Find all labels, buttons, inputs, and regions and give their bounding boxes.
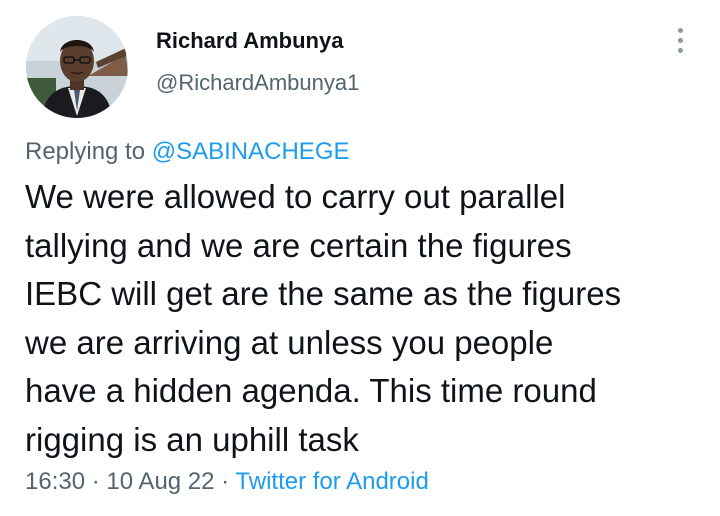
replying-to: Replying to @SABINACHEGE [25, 138, 350, 166]
tweet-text-line: rigging is an uphill task [25, 420, 359, 458]
tweet-text-line: have a hidden agenda. This time round [25, 372, 597, 410]
separator: · [214, 468, 236, 495]
separator: · [85, 468, 107, 495]
avatar[interactable] [26, 16, 128, 118]
more-vertical-icon[interactable] [668, 24, 692, 56]
tweet-text-line: We were allowed to carry out parallel [25, 178, 566, 215]
author-block: Richard Ambunya @RichardAmbunya1 [156, 28, 359, 96]
tweet-text: We were allowed to carry out parallel ta… [25, 173, 705, 465]
tweet-time[interactable]: 16:30 [25, 468, 85, 495]
display-name[interactable]: Richard Ambunya [156, 28, 359, 54]
tweet-date[interactable]: 10 Aug 22 [106, 468, 214, 495]
reply-mention-link[interactable]: @SABINACHEGE [152, 138, 350, 165]
profile-photo [26, 16, 128, 118]
tweet-text-line: IEBC will get are the same as the figure… [25, 275, 622, 313]
dot [677, 27, 683, 33]
reply-prefix: Replying to [25, 138, 152, 165]
source-link[interactable]: Twitter for Android [235, 468, 428, 495]
tweet-text-line: tallying and we are certain the figures [25, 226, 572, 264]
tweet-text-line: we are arriving at unless you people [25, 323, 554, 361]
dot [677, 47, 683, 53]
tweet-meta: 16:30 · 10 Aug 22 · Twitter for Android [25, 467, 429, 497]
tweet-card: Richard Ambunya @RichardAmbunya1 Replyin… [0, 0, 720, 516]
user-handle[interactable]: @RichardAmbunya1 [156, 70, 359, 96]
dot [677, 37, 683, 43]
